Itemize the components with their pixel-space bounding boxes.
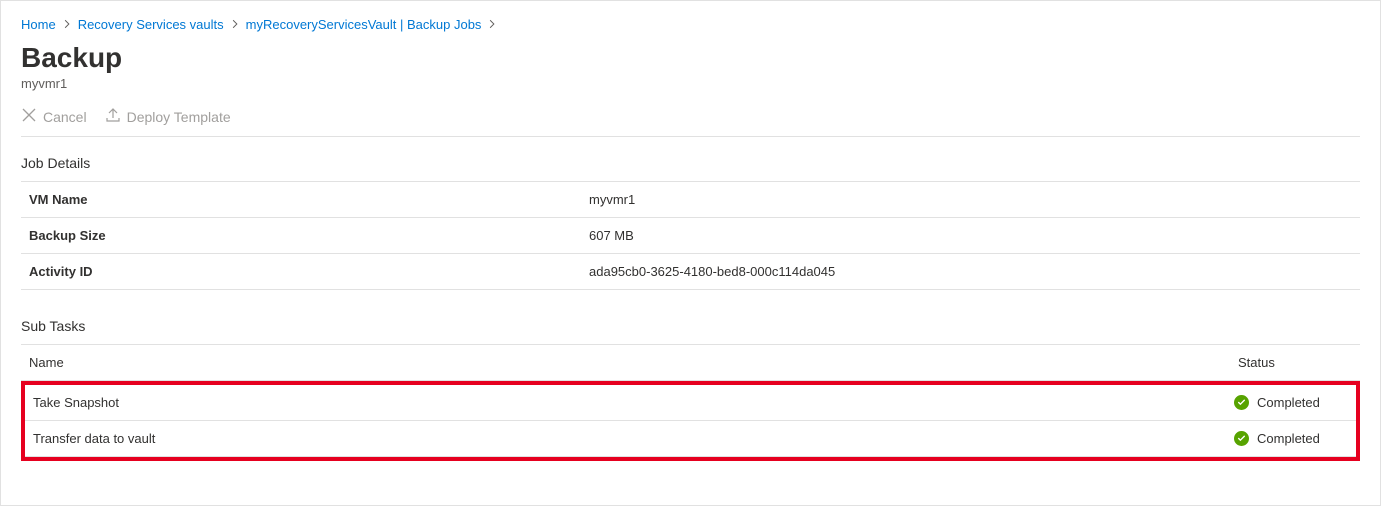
task-name: Transfer data to vault (25, 421, 1226, 457)
breadcrumb: Home Recovery Services vaults myRecovery… (21, 17, 1360, 32)
chevron-right-icon (230, 18, 240, 32)
close-icon (21, 107, 37, 126)
vm-name-value: myvmr1 (581, 182, 1360, 218)
status-text: Completed (1257, 431, 1320, 446)
table-row: Activity ID ada95cb0-3625-4180-bed8-000c… (21, 254, 1360, 290)
status-cell: Completed (1234, 395, 1348, 410)
breadcrumb-recovery-vaults[interactable]: Recovery Services vaults (78, 17, 224, 32)
sub-tasks-title: Sub Tasks (21, 318, 1360, 334)
upload-icon (105, 107, 121, 126)
deploy-template-button[interactable]: Deploy Template (105, 107, 231, 126)
breadcrumb-home[interactable]: Home (21, 17, 56, 32)
backup-size-value: 607 MB (581, 218, 1360, 254)
activity-id-label: Activity ID (21, 254, 581, 290)
success-icon (1234, 395, 1249, 410)
vm-name-label: VM Name (21, 182, 581, 218)
task-name: Take Snapshot (25, 385, 1226, 421)
sub-tasks-table: Name Status (21, 344, 1360, 381)
status-text: Completed (1257, 395, 1320, 410)
cancel-button[interactable]: Cancel (21, 107, 87, 126)
status-cell: Completed (1234, 431, 1348, 446)
page-title: Backup (21, 42, 1360, 74)
job-details-table: VM Name myvmr1 Backup Size 607 MB Activi… (21, 181, 1360, 290)
deploy-label: Deploy Template (127, 109, 231, 125)
col-status[interactable]: Status (1230, 345, 1360, 381)
sub-tasks-header: Name Status (21, 345, 1360, 381)
chevron-right-icon (62, 18, 72, 32)
sub-tasks-rows: Take Snapshot Completed Transfer data to… (25, 385, 1356, 457)
activity-id-value: ada95cb0-3625-4180-bed8-000c114da045 (581, 254, 1360, 290)
highlight-box: Take Snapshot Completed Transfer data to… (21, 381, 1360, 461)
table-row: VM Name myvmr1 (21, 182, 1360, 218)
table-row: Transfer data to vault Completed (25, 421, 1356, 457)
table-row: Take Snapshot Completed (25, 385, 1356, 421)
page-subtitle: myvmr1 (21, 76, 1360, 91)
chevron-right-icon (487, 18, 497, 32)
cancel-label: Cancel (43, 109, 87, 125)
breadcrumb-backup-jobs[interactable]: myRecoveryServicesVault | Backup Jobs (246, 17, 482, 32)
toolbar: Cancel Deploy Template (21, 107, 1360, 137)
backup-size-label: Backup Size (21, 218, 581, 254)
col-name[interactable]: Name (21, 345, 1230, 381)
job-details-title: Job Details (21, 155, 1360, 171)
table-row: Backup Size 607 MB (21, 218, 1360, 254)
success-icon (1234, 431, 1249, 446)
